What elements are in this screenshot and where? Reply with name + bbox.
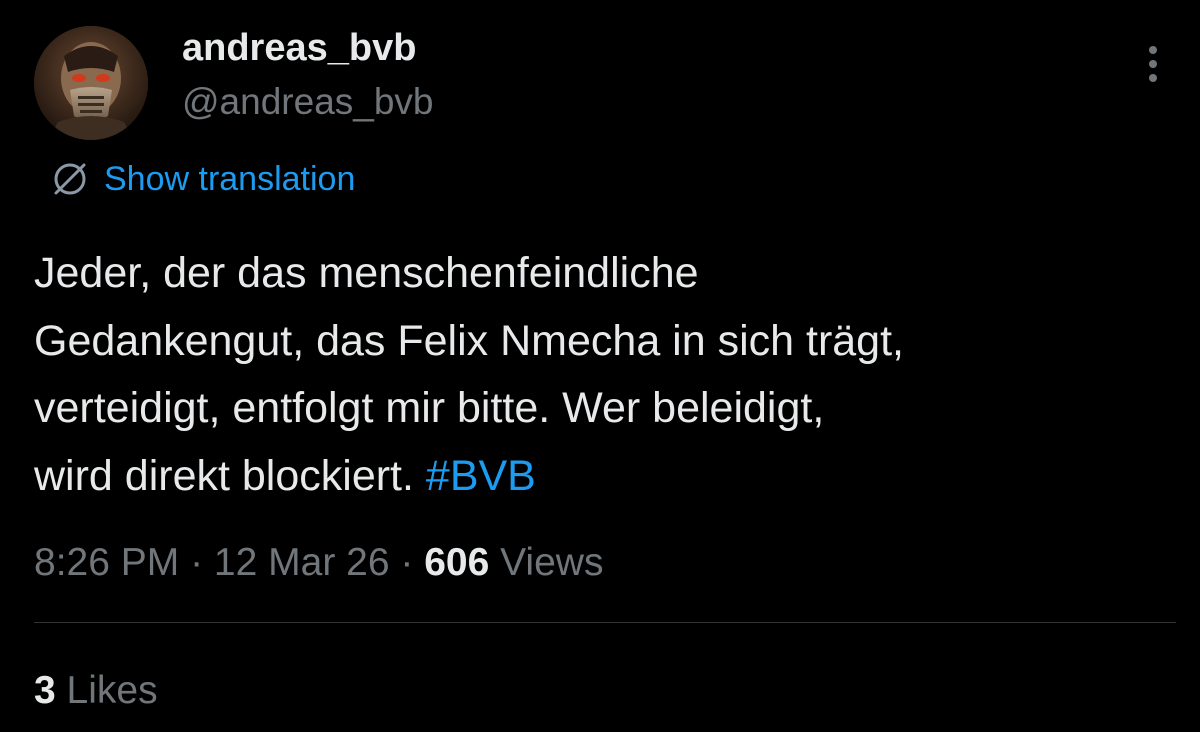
tweet-text-line: verteidigt, entfolgt mir bitte. Wer bele…	[34, 384, 825, 432]
views-label: Views	[489, 541, 604, 584]
tweet-detail: andreas_bvb @andreas_bvb Show translatio…	[0, 0, 1200, 732]
avatar[interactable]	[34, 26, 148, 140]
tweet-date[interactable]: 12 Mar 26	[214, 541, 390, 584]
more-vertical-icon	[1149, 46, 1157, 54]
views-count: 606	[424, 541, 490, 584]
author-handle[interactable]: @andreas_bvb	[182, 80, 434, 124]
tweet-meta: 8:26 PM · 12 Mar 26 · 606 Views	[34, 536, 603, 590]
meta-separator: ·	[389, 541, 425, 584]
globe-translate-icon	[54, 163, 86, 195]
meta-separator: ·	[179, 541, 214, 584]
more-vertical-icon-dot	[1149, 60, 1157, 68]
divider	[34, 622, 1176, 623]
tweet-text: Jeder, der das menschenfeindliche Gedank…	[34, 240, 1174, 510]
tweet-text-segment: wird direkt blockiert.	[34, 451, 426, 500]
more-vertical-icon-dot	[1149, 74, 1157, 82]
tweet-text-line: wird direkt blockiert. #BVB	[34, 443, 1174, 511]
likes-label: Likes	[55, 669, 158, 712]
author-display-name[interactable]: andreas_bvb	[182, 26, 416, 70]
tweet-time[interactable]: 8:26 PM	[34, 541, 179, 584]
likes-count: 3	[34, 669, 56, 712]
masked-face-avatar-icon	[34, 26, 148, 140]
more-options-button[interactable]	[1138, 44, 1168, 84]
tweet-text-line: Jeder, der das menschenfeindliche	[34, 249, 699, 297]
tweet-text-line: Gedankengut, das Felix Nmecha in sich tr…	[34, 316, 904, 365]
show-translation-button[interactable]: Show translation	[48, 156, 355, 202]
likes-link[interactable]: 3 Likes	[34, 664, 158, 718]
show-translation-label: Show translation	[104, 159, 356, 198]
hashtag-link[interactable]: #BVB	[426, 452, 536, 500]
